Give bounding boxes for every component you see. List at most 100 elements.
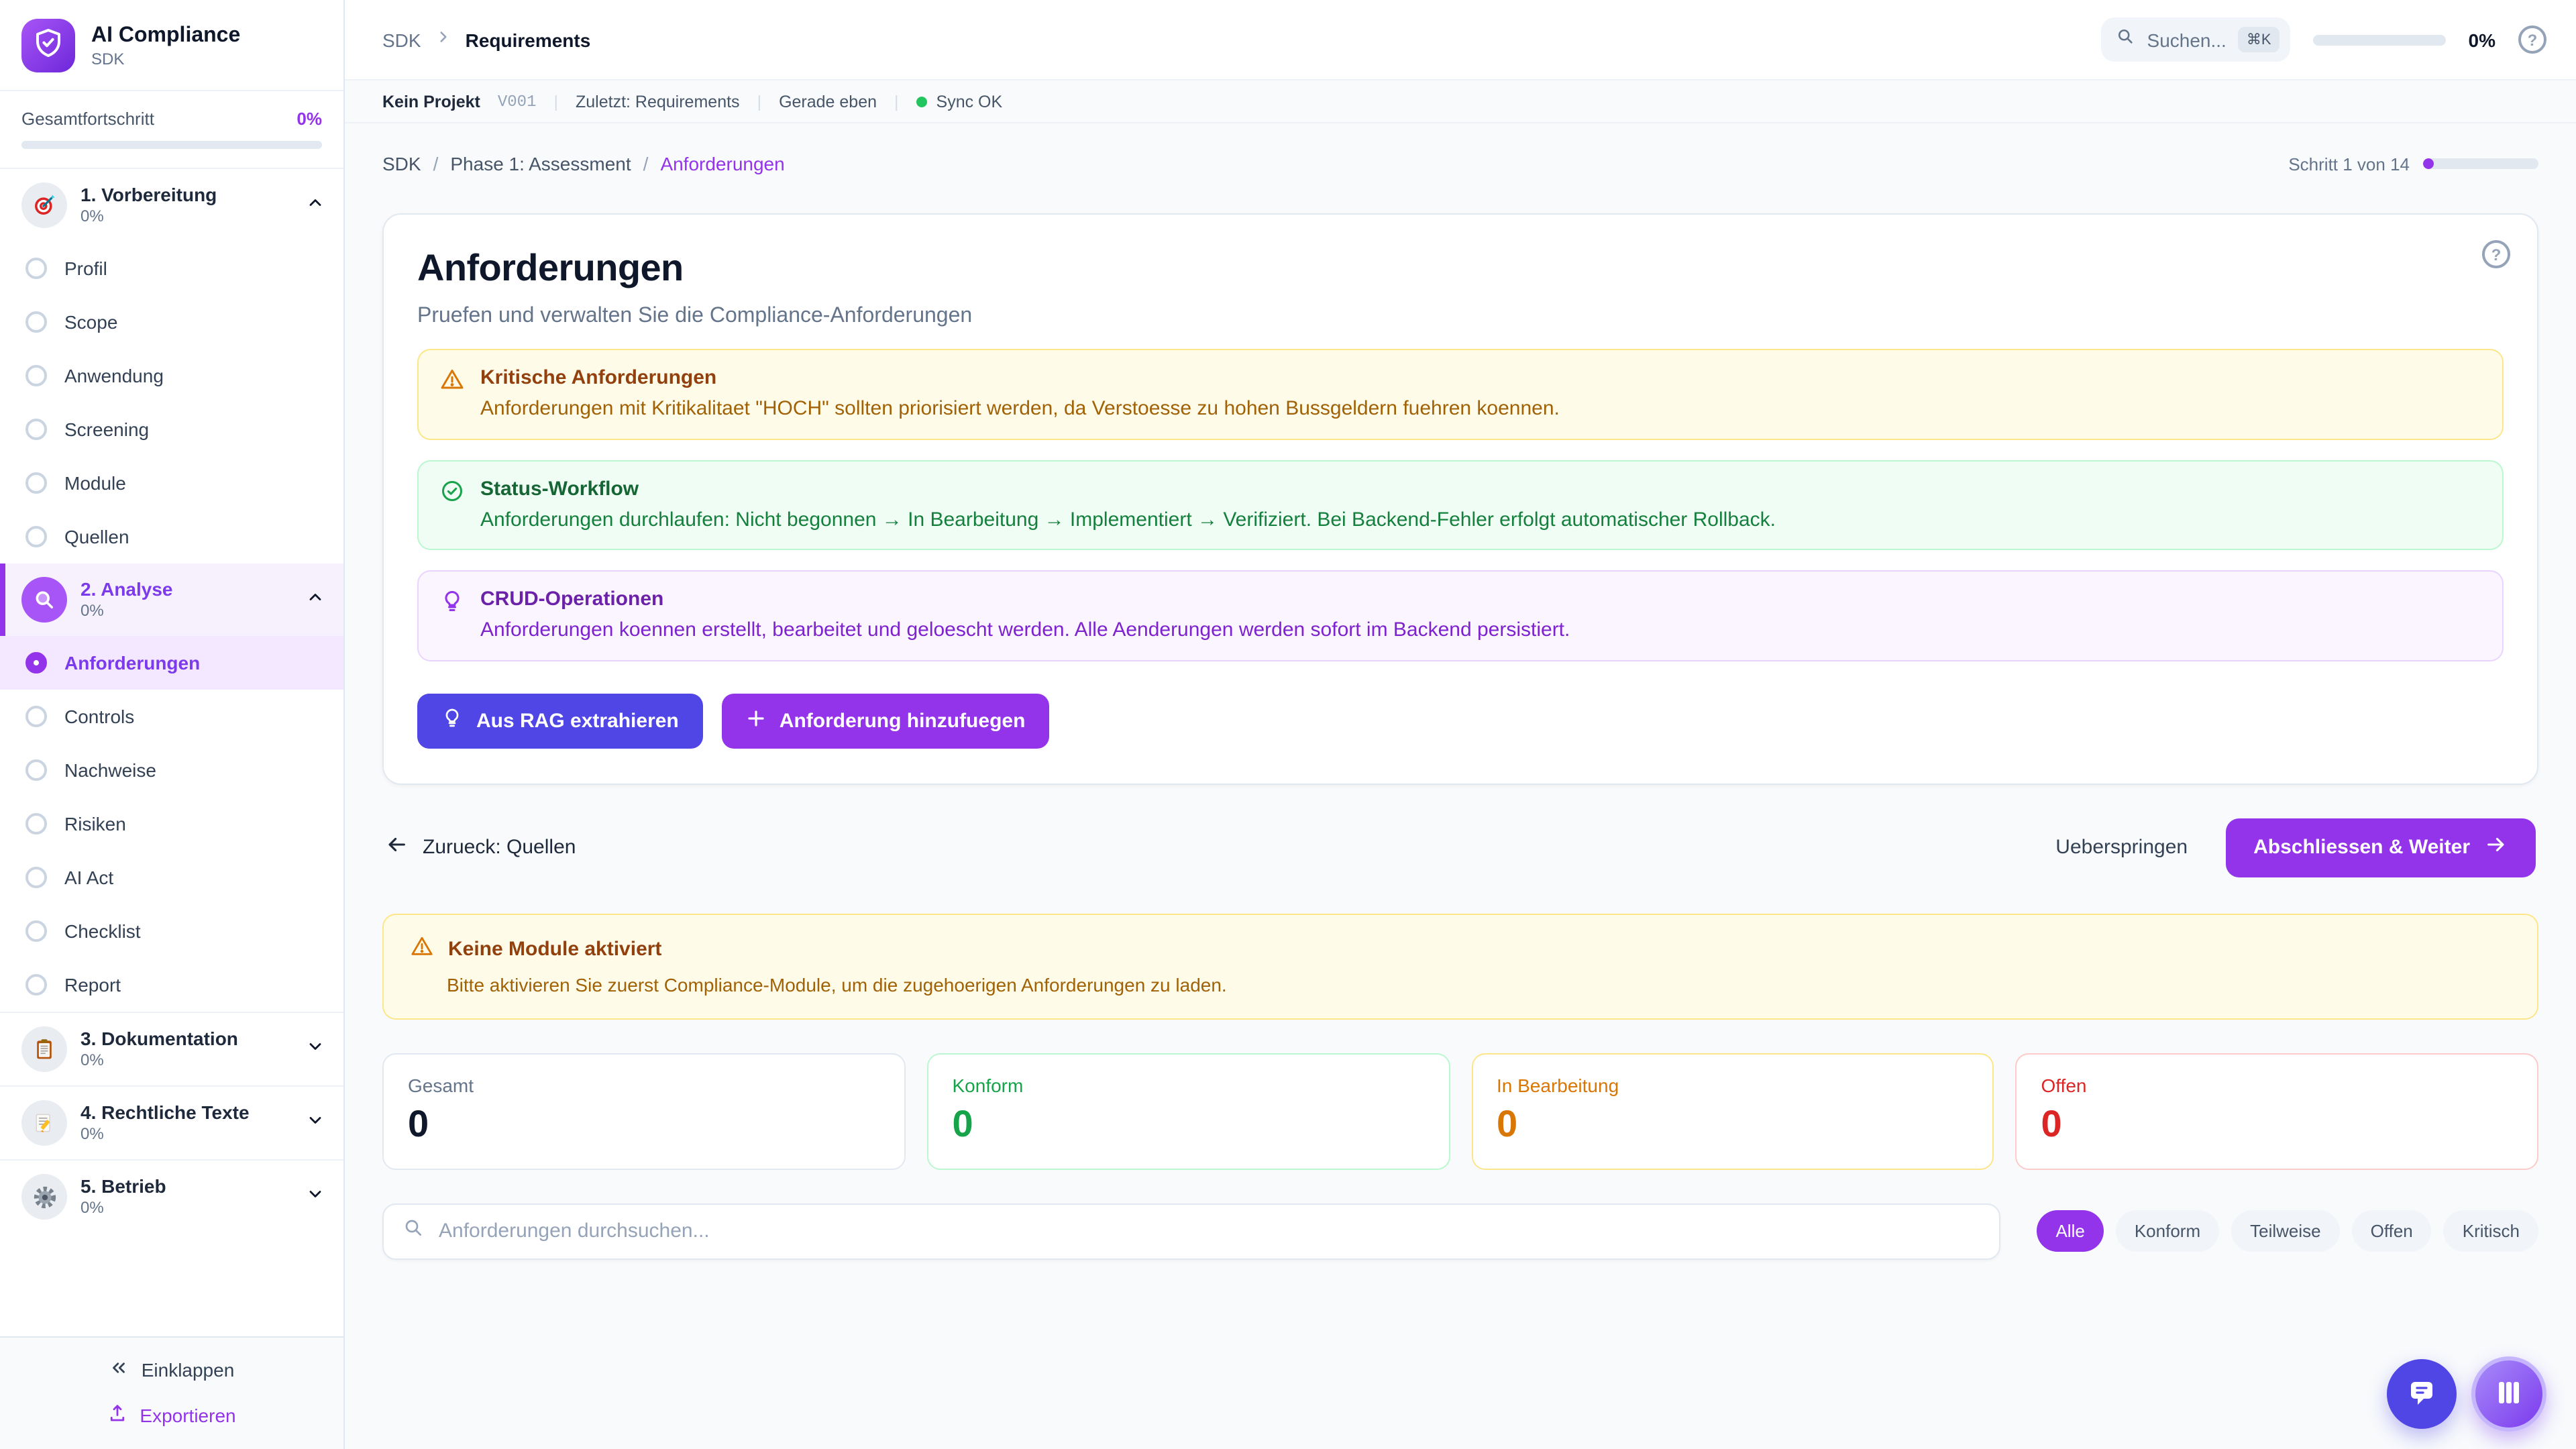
collapse-sidebar-button[interactable]: Einklappen: [109, 1358, 235, 1382]
step-progress-bar: [2423, 158, 2538, 169]
note-title: Kritische Anforderungen: [480, 366, 1560, 389]
extract-from-rag-button[interactable]: Aus RAG extrahieren: [417, 693, 703, 748]
export-button[interactable]: Exportieren: [107, 1403, 235, 1428]
sidebar-item-checklist[interactable]: Checklist: [0, 904, 343, 958]
phase-percent: 0%: [80, 207, 217, 227]
radio-icon: [25, 759, 47, 781]
stat-card-offen: Offen 0: [2016, 1053, 2539, 1169]
button-label: Anforderung hinzufuegen: [780, 709, 1026, 732]
check-circle-icon: [440, 478, 464, 533]
sidebar-item-anwendung[interactable]: Anwendung: [0, 349, 343, 402]
collapse-label: Einklappen: [142, 1359, 235, 1381]
phase-1-vorbereitung[interactable]: 1. Vorbereitung 0%: [0, 169, 343, 241]
sidebar-item-module[interactable]: Module: [0, 456, 343, 510]
sidebar-item-label: AI Act: [64, 867, 113, 888]
card-actions: Aus RAG extrahieren Anforderung hinzufue…: [417, 693, 2504, 748]
phase-5-betrieb[interactable]: 5. Betrieb 0%: [0, 1159, 343, 1233]
filter-teilweise[interactable]: Teilweise: [2231, 1210, 2340, 1252]
sidebar-item-scope[interactable]: Scope: [0, 295, 343, 349]
stat-label: Gesamt: [408, 1074, 880, 1095]
sidebar-item-profil[interactable]: Profil: [0, 241, 343, 295]
last-saved-time: Gerade eben: [779, 92, 877, 111]
phase-2-analyse[interactable]: 2. Analyse 0%: [0, 564, 343, 636]
step-label: Schritt 1 von 14: [2288, 154, 2410, 174]
sidebar-item-controls[interactable]: Controls: [0, 690, 343, 743]
note-body: Anforderungen mit Kritikalitaet "HOCH" s…: [480, 396, 1560, 422]
breadcrumb-separator: [433, 153, 439, 174]
sidebar-item-label: Checklist: [64, 920, 141, 942]
upload-icon: [107, 1403, 127, 1428]
divider: [554, 92, 559, 111]
page-breadcrumb-row: SDK Phase 1: Assessment Anforderungen Sc…: [382, 153, 2538, 174]
breadcrumb-root[interactable]: SDK: [382, 29, 421, 50]
warning-title: Keine Module aktiviert: [448, 937, 661, 960]
filter-konform[interactable]: Konform: [2116, 1210, 2219, 1252]
breadcrumb-sdk[interactable]: SDK: [382, 153, 421, 174]
warning-triangle-icon: [411, 934, 433, 963]
finish-and-next-button[interactable]: Abschliessen & Weiter: [2225, 818, 2536, 877]
chevron-up-icon: [306, 587, 325, 612]
page-subtitle: Pruefen und verwalten Sie die Compliance…: [417, 305, 2504, 329]
clipboard-icon: [21, 1026, 67, 1072]
shield-check-icon: [32, 26, 64, 65]
radio-icon: [25, 813, 47, 835]
step-progress: Schritt 1 von 14: [2288, 154, 2538, 174]
add-requirement-button[interactable]: Anforderung hinzufuegen: [722, 693, 1050, 748]
project-name: Kein Projekt: [382, 92, 480, 111]
phase-title: 5. Betrieb: [80, 1175, 166, 1199]
app-title-block: AI Compliance SDK: [91, 23, 240, 68]
radio-selected-icon: [25, 652, 47, 674]
note-body: Anforderungen koennen erstellt, bearbeit…: [480, 617, 1570, 643]
requirements-search-input[interactable]: [439, 1220, 1980, 1242]
sidebar-item-screening[interactable]: Screening: [0, 402, 343, 456]
filter-alle[interactable]: Alle: [2037, 1210, 2103, 1252]
filter-kritisch[interactable]: Kritisch: [2444, 1210, 2538, 1252]
phase-percent: 0%: [80, 1051, 238, 1071]
sync-ok-dot-icon: [916, 96, 927, 107]
sidebar-item-anforderungen[interactable]: Anforderungen: [0, 636, 343, 690]
export-label: Exportieren: [140, 1405, 235, 1426]
status-bar: Kein Projekt V001 Zuletzt: Requirements …: [345, 79, 2576, 123]
stat-card-in-bearbeitung: In Bearbeitung 0: [1471, 1053, 1994, 1169]
overall-progress: Gesamtfortschritt 0%: [0, 91, 343, 169]
sidebar-item-label: Nachweise: [64, 759, 156, 781]
sync-label: Sync OK: [936, 92, 1003, 111]
back-button[interactable]: Zurueck: Quellen: [385, 833, 576, 861]
chat-fab-button[interactable]: [2387, 1359, 2457, 1429]
magnifier-icon: [21, 577, 67, 623]
radio-icon: [25, 526, 47, 547]
sidebar-item-ai-act[interactable]: AI Act: [0, 851, 343, 904]
filter-offen[interactable]: Offen: [2352, 1210, 2432, 1252]
requirements-search[interactable]: [382, 1203, 2000, 1259]
phase-percent: 0%: [80, 602, 173, 622]
phase-percent: 0%: [80, 1125, 250, 1145]
search-icon: [402, 1217, 424, 1245]
phase-title: 3. Dokumentation: [80, 1028, 238, 1051]
phase-3-dokumentation[interactable]: 3. Dokumentation 0%: [0, 1012, 343, 1085]
sidebar-item-quellen[interactable]: Quellen: [0, 510, 343, 564]
plus-icon: [746, 708, 766, 733]
radio-icon: [25, 419, 47, 440]
phase-4-rechtliche-texte[interactable]: 4. Rechtliche Texte 0%: [0, 1085, 343, 1159]
question-circle-icon[interactable]: [2518, 25, 2546, 54]
note-crud-operations: CRUD-Operationen Anforderungen koennen e…: [417, 570, 2504, 661]
sidebar-item-risiken[interactable]: Risiken: [0, 797, 343, 851]
radio-icon: [25, 974, 47, 996]
sidebar-item-report[interactable]: Report: [0, 958, 343, 1012]
note-body: Anforderungen durchlaufen: Nicht begonne…: [480, 506, 1776, 533]
question-circle-icon[interactable]: [2482, 240, 2510, 268]
breadcrumb-current: Requirements: [466, 29, 591, 50]
lightbulb-icon: [441, 707, 463, 734]
breadcrumb-phase[interactable]: Phase 1: Assessment: [450, 153, 631, 174]
chevron-down-icon: [306, 1184, 325, 1210]
skip-button[interactable]: Ueberspringen: [2055, 836, 2188, 859]
note-title: Status-Workflow: [480, 477, 1776, 500]
app-name: AI Compliance: [91, 23, 240, 49]
breadcrumb-current: Anforderungen: [660, 153, 784, 174]
sidebar-item-nachweise[interactable]: Nachweise: [0, 743, 343, 797]
project-version: V001: [498, 92, 537, 111]
app-root: AI Compliance SDK Gesamtfortschritt 0%: [0, 0, 2576, 1449]
board-columns-fab-button[interactable]: [2471, 1356, 2546, 1432]
global-search[interactable]: Suchen... ⌘K: [2102, 17, 2290, 62]
stat-value: 0: [2041, 1102, 2514, 1145]
